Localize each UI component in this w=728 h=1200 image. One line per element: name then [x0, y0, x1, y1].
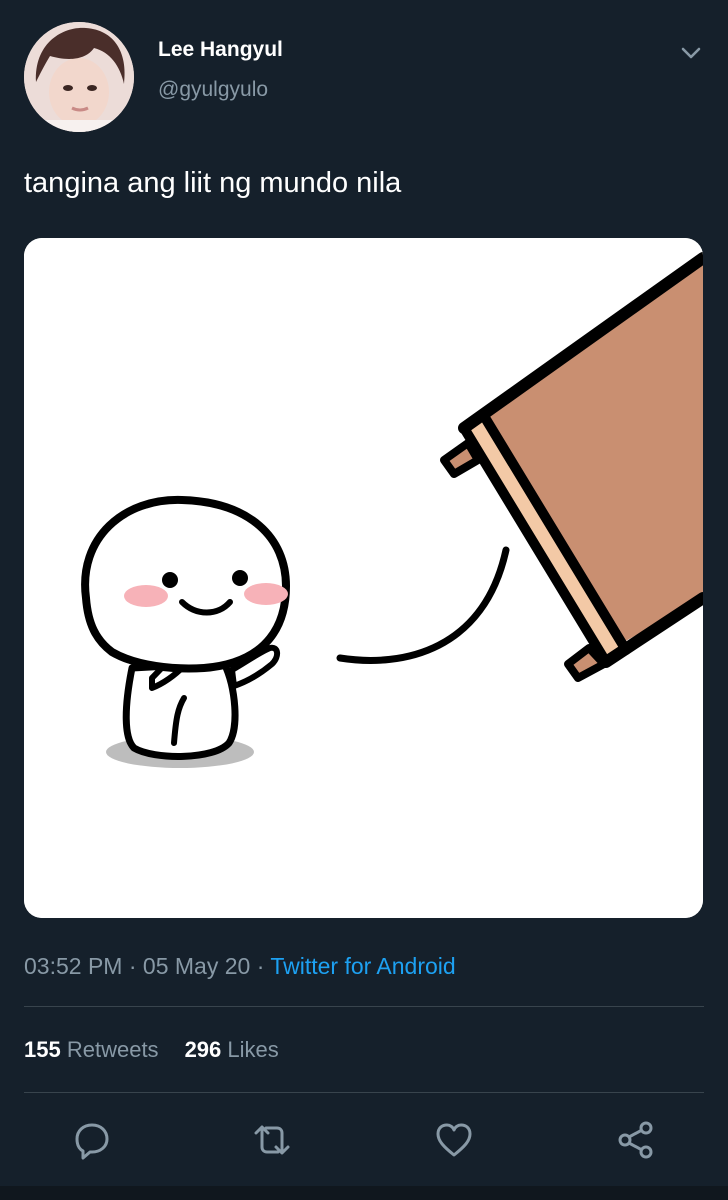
tweet-meta: 03:52 PM · 05 May 20 · Twitter for Andro…	[24, 950, 456, 982]
meta-separator: ·	[122, 953, 143, 979]
tweet-header: Lee Hangyul @gyulgyulo	[24, 22, 704, 134]
likes-count: 296	[184, 1037, 222, 1062]
tweet-actions	[0, 1110, 728, 1170]
retweets-count: 155	[24, 1037, 61, 1062]
bottom-separator	[0, 1186, 728, 1200]
tweet-media-image[interactable]	[24, 238, 703, 918]
divider	[24, 1006, 704, 1007]
display-name[interactable]: Lee Hangyul	[158, 36, 283, 64]
chevron-down-icon[interactable]	[678, 40, 704, 66]
retweets-stat[interactable]: 155 Retweets	[24, 1037, 159, 1062]
tweet-source-link[interactable]: Twitter for Android	[270, 953, 455, 979]
user-handle[interactable]: @gyulgyulo	[158, 76, 283, 104]
reply-icon[interactable]	[72, 1120, 112, 1160]
avatar[interactable]	[24, 22, 134, 132]
tweet-text: tangina ang liit ng mundo nila	[24, 167, 402, 199]
tweet-date: 05 May 20	[142, 953, 251, 979]
divider	[24, 1092, 704, 1093]
retweets-label: Retweets	[66, 1037, 159, 1062]
tweet-stats: 155 Retweets 296 Likes	[24, 1034, 279, 1066]
likes-stat[interactable]: 296 Likes	[185, 1037, 279, 1062]
share-icon[interactable]	[616, 1120, 656, 1160]
tweet-time: 03:52 PM	[24, 953, 123, 979]
likes-label: Likes	[227, 1037, 279, 1062]
meta-separator: ·	[250, 953, 271, 979]
author-names: Lee Hangyul @gyulgyulo	[158, 36, 283, 104]
heart-icon[interactable]	[434, 1120, 474, 1160]
retweet-icon[interactable]	[252, 1120, 292, 1160]
